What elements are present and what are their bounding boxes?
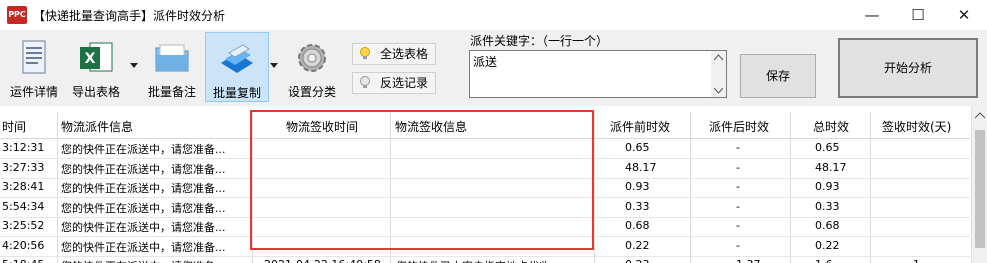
lightbulb-icon: [360, 47, 370, 59]
gear-icon: [298, 44, 326, 72]
cell-total: 0.22: [815, 238, 840, 252]
scroll-up-icon[interactable]: [975, 112, 985, 119]
scroll-up-icon[interactable]: [714, 54, 723, 61]
invert-select-label: 反选记录: [380, 76, 429, 90]
export-dropdown-icon[interactable]: [129, 60, 139, 70]
cell-time: 5:54:34: [2, 199, 45, 213]
title-bar: PPC 【快递批量查询高手】派件时效分析 — ☐ ✕: [0, 0, 987, 30]
cell-after-dispatch: -: [736, 219, 740, 232]
shipment-details-label: 运件详情: [9, 85, 58, 99]
select-all-label: 全选表格: [380, 47, 429, 61]
cell-time: 3:25:52: [2, 219, 45, 232]
batch-copy-label: 批量复制: [212, 86, 261, 100]
cell-total: 48.17: [815, 160, 847, 174]
cell-before-dispatch: 0.93: [625, 180, 650, 193]
document-icon: [22, 40, 46, 74]
cell-dispatch-info: 您的快件正在派送中，请您准备...: [61, 182, 226, 195]
select-all-button[interactable]: 全选表格: [352, 43, 436, 65]
close-button[interactable]: ✕: [941, 0, 987, 30]
cell-dispatch-info: 您的快件正在派送中，请您准备...: [61, 240, 226, 254]
batch-note-label: 批量备注: [147, 85, 196, 99]
header-dispatch-info[interactable]: 物流派件信息: [61, 118, 133, 135]
header-total[interactable]: 总时效: [813, 118, 849, 135]
minimize-button[interactable]: —: [849, 0, 895, 30]
cell-before-dispatch: 0.65: [625, 141, 650, 154]
header-before-dispatch[interactable]: 派件前时效: [610, 118, 670, 135]
cell-dispatch-info: 您的快件正在派送中，请您准备...: [61, 143, 226, 156]
toolbar: 运件详情 X 导出表格 批量备注 批量复制 设置分类 全选表格 反选记录 派件关…: [0, 30, 987, 106]
cell-before-dispatch: 48.17: [625, 160, 657, 174]
cell-dispatch-info: 您的快件正在派送中，请您准备...: [61, 221, 226, 234]
cell-time: 3:28:41: [2, 180, 45, 193]
start-analysis-button[interactable]: 开始分析: [838, 38, 978, 98]
table-scrollbar[interactable]: [971, 106, 987, 263]
batch-note-button[interactable]: 批量备注: [144, 32, 200, 102]
export-table-button[interactable]: X 导出表格: [66, 32, 126, 102]
batch-copy-button[interactable]: 批量复制: [205, 32, 269, 102]
invert-select-button[interactable]: 反选记录: [352, 72, 436, 94]
cell-after-dispatch: -: [736, 180, 740, 193]
cell-dispatch-info: 您的快件正在派送中，请您准备...: [61, 258, 226, 263]
cell-sign-info: 您的快件已由客户指定地点代收...: [396, 258, 561, 263]
keyword-textarea[interactable]: 派送: [469, 50, 727, 98]
shipment-details-button[interactable]: 运件详情: [6, 32, 62, 102]
save-button[interactable]: 保存: [740, 54, 816, 98]
cell-total: 0.65: [815, 141, 840, 154]
svg-text:X: X: [85, 51, 96, 67]
cell-after-dispatch: 1.37: [736, 258, 761, 263]
keyword-label: 派件关键字：（一行一个）: [470, 34, 609, 48]
header-sign-days[interactable]: 签收时效(天): [882, 118, 951, 135]
table-row[interactable]: 5:18:45 您的快件正在派送中，请您准备... 2021-04-22 16:40…: [0, 256, 970, 263]
app-icon: PPC: [7, 6, 27, 24]
set-category-label: 设置分类: [287, 85, 336, 99]
excel-icon: X: [80, 42, 113, 72]
keyword-value: 派送: [473, 55, 498, 69]
set-category-button[interactable]: 设置分类: [284, 32, 340, 102]
window-title: 【快递批量查询高手】派件时效分析: [33, 9, 226, 23]
maximize-button[interactable]: ☐: [895, 0, 941, 30]
cell-after-dispatch: -: [736, 160, 740, 174]
highlight-box: [250, 110, 594, 250]
cell-total: 0.93: [815, 180, 840, 193]
cell-time: 3:27:33: [2, 160, 45, 174]
cell-before-dispatch: 0.22: [625, 238, 650, 252]
cell-after-dispatch: -: [736, 238, 740, 252]
cell-total: 1.6: [815, 258, 833, 263]
scroll-down-icon[interactable]: [714, 87, 723, 94]
cell-total: 0.68: [815, 219, 840, 232]
cell-time: 4:20:56: [2, 238, 45, 252]
export-table-label: 导出表格: [71, 85, 120, 99]
copy-icon: [221, 44, 253, 73]
folder-icon: [155, 44, 189, 72]
cell-dispatch-info: 您的快件正在派送中，请您准备...: [61, 162, 226, 176]
scroll-thumb[interactable]: [975, 130, 985, 248]
cell-time: 3:12:31: [2, 141, 45, 154]
cell-sign-days: 1: [913, 258, 920, 263]
cell-total: 0.33: [815, 199, 840, 213]
cell-dispatch-info: 您的快件正在派送中，请您准备...: [61, 201, 226, 215]
lightbulb-icon: [360, 76, 370, 88]
cell-time: 5:18:45: [2, 258, 44, 263]
cell-before-dispatch: 0.23: [625, 258, 650, 263]
header-after-dispatch[interactable]: 派件后时效: [709, 118, 769, 135]
copy-dropdown-icon[interactable]: [269, 60, 279, 70]
cell-after-dispatch: -: [736, 199, 740, 213]
cell-before-dispatch: 0.33: [625, 199, 650, 213]
cell-before-dispatch: 0.68: [625, 219, 650, 232]
cell-sign-time: 2021-04-22 16:40:58: [264, 258, 381, 263]
keyword-scrollbar[interactable]: [711, 51, 726, 97]
header-time[interactable]: 时间: [2, 118, 26, 135]
cell-after-dispatch: -: [736, 141, 740, 154]
